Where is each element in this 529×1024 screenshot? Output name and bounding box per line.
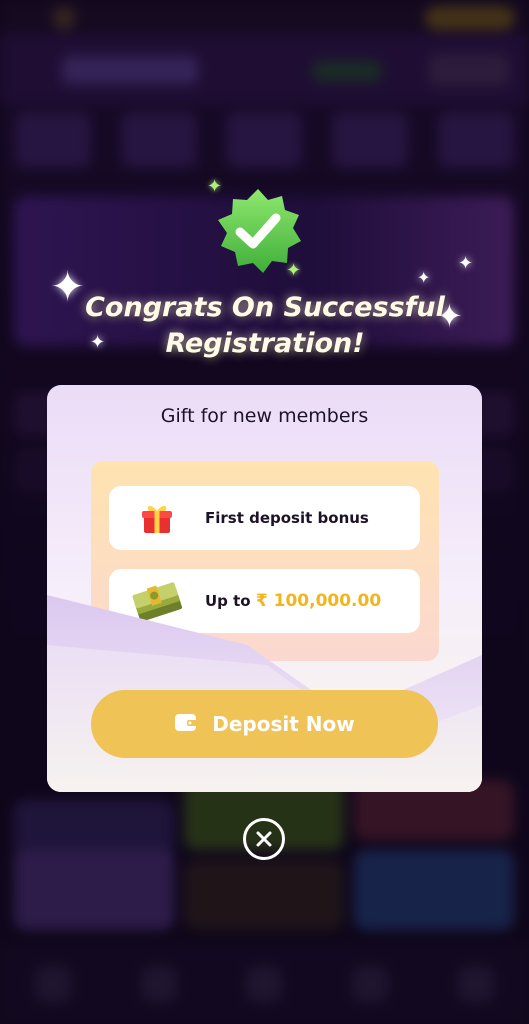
close-button[interactable] <box>243 818 285 860</box>
wallet-icon <box>174 712 198 736</box>
card-title: Gift for new members <box>160 405 369 427</box>
gift-box-icon <box>109 502 205 534</box>
congrats-line-1: Congrats On Successful <box>85 292 445 323</box>
sparkle-icon: ✦ <box>417 268 431 287</box>
gift-card: Gift for new members First deposit bonus <box>47 385 482 792</box>
close-circle-icon <box>256 831 272 847</box>
reward-label: First deposit bonus <box>205 509 369 527</box>
envelope-front <box>47 595 482 792</box>
deposit-now-label: Deposit Now <box>212 712 355 736</box>
sparkle-icon: ✦ <box>458 253 474 274</box>
deposit-now-button[interactable]: Deposit Now <box>91 690 438 758</box>
reward-item-first-deposit: First deposit bonus <box>109 486 420 550</box>
success-check-icon <box>213 186 303 276</box>
congrats-line-2: Registration! <box>165 328 365 359</box>
congrats-heading: Congrats On Successful Registration! <box>60 290 470 362</box>
